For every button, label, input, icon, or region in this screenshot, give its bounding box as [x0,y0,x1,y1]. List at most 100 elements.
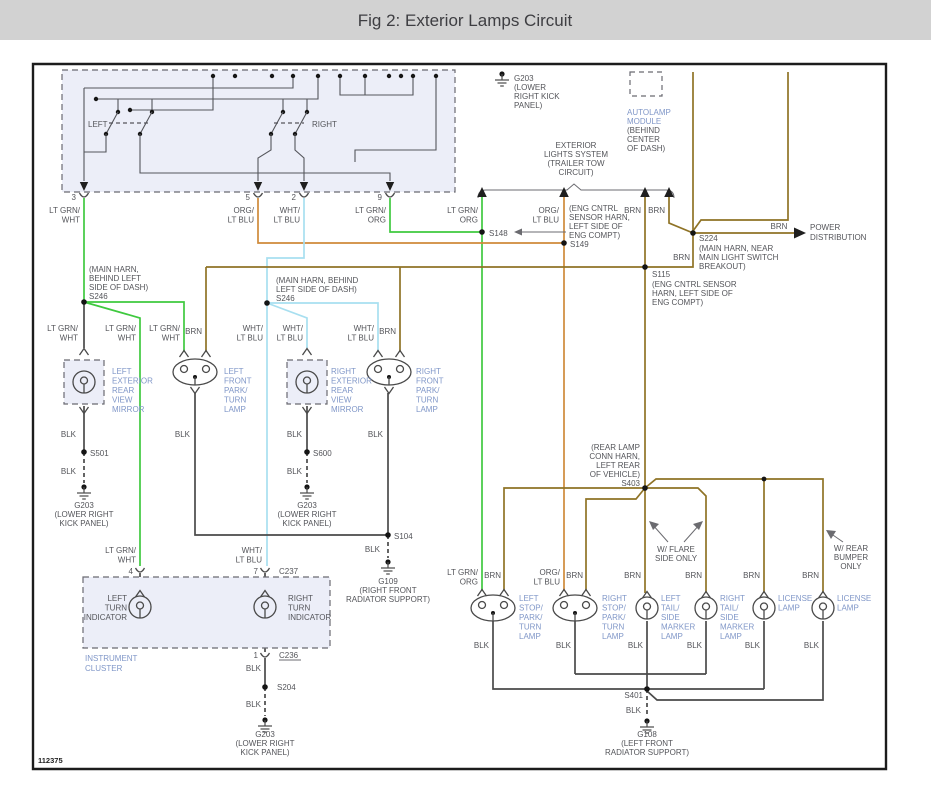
wire-label: BLK [804,641,820,650]
wire-label: BRN [379,327,396,336]
pin-number: 7 [254,567,259,576]
splice-location-s246-left: (MAIN HARN, BEHIND LEFT SIDE OF DASH) [89,265,148,292]
wire-label: BLK [246,664,262,673]
splice-location-s115: (ENG CNTRL SENSOR HARN, LEFT SIDE OF ENG C… [652,280,737,307]
wire-label: WHT/LT BLU [236,546,263,565]
splice-label-s104: S104 [394,532,413,541]
ground-symbol-g203-right [299,483,315,500]
wire-label: BRN [624,571,641,580]
page-title: Fig 2: Exterior Lamps Circuit [358,11,573,30]
left-exterior-mirror [64,347,104,415]
ground-label: G203 [255,730,275,739]
wire-label: LT GRN/ORG [355,206,387,225]
splice-label-s501: S501 [90,449,109,458]
wire-label: BLK [287,467,303,476]
connector-label-c236: C236 [279,651,299,660]
connector-pin-3 [78,192,90,198]
wire-label: LT GRN/ORG [447,568,479,587]
wire-label: WHT/LT BLU [348,324,375,343]
wire-label: BRN [566,571,583,580]
figure-number: 112375 [38,756,63,765]
wire-label: ORG/LT BLU [534,568,561,587]
connector-pin-5 [252,192,264,198]
wire-label: LT GRN/WHT [105,546,137,565]
left-front-park-turn-lamp [172,349,218,395]
wire-label: BRN [685,571,702,580]
wire-label: LT GRN/WHT [149,324,181,343]
wire-brn-top-2 [693,72,788,231]
pin-number: 4 [129,567,134,576]
pin-number: 1 [254,651,259,660]
component-label-right-stop-lamp: RIGHT STOP/PARK/TURN LAMP [602,594,627,641]
wire-label: BRN [673,253,690,262]
up-arrow-brn-1 [640,187,650,197]
left-tail-side-marker-lamp [635,590,659,620]
wire-label: BLK [175,430,191,439]
license-lamp-2 [811,590,835,620]
ground-symbol-g203-left [76,483,92,500]
blk-wires [84,302,823,717]
up-arrow-lt-grn-org [477,187,487,197]
wire-label: BRN [185,327,202,336]
ground-location: (LEFT FRONT RADIATOR SUPPORT) [605,739,689,757]
wiring-diagram-page: Fig 2: Exterior Lamps Circuit 112375 LEF… [0,0,931,790]
right-tail-side-marker-lamp [694,590,718,620]
component-label-left-tail-lamp: LEFT TAIL/SIDE MARKER LAMP [661,594,695,641]
connector-pin-2 [298,192,310,198]
pin-number: 2 [292,193,297,202]
component-label-left-front-lamp: LEFT FRONT PARK/TURN LAMP [224,367,252,414]
pin-number: 9 [378,193,383,202]
wire-label: WHT/LT BLU [237,324,264,343]
c237-pin4-connector [134,567,146,573]
splice-label-s246-left: S246 [89,292,108,301]
flare-arrow-right [693,521,703,530]
wire-label: ORG/LT BLU [533,206,560,225]
wire-label: LT GRN/WHT [47,324,79,343]
connector-pin-9 [384,192,396,198]
ground-label: G108 [637,730,657,739]
wire-label: BRN [484,571,501,580]
splice-label-s224: S224 [699,234,718,243]
exterior-lights-system-label: EXTERIOR LIGHTS SYSTEM (TRAILER TOW CIRCUIT… [544,141,608,177]
wire-label: LT GRN/WHT [105,324,137,343]
pin-number: 3 [72,193,77,202]
splice-location-s246-right: (MAIN HARN, BEHIND LEFT SIDE OF DASH) [276,276,358,294]
wire-label: BLK [474,641,490,650]
right-exterior-mirror [287,347,327,415]
up-arrow-org-lt-blu [559,187,569,197]
ground-location: (LOWER RIGHT KICK PANEL) [514,83,560,110]
w-rear-bumper-only-note: W/ REAR BUMPER ONLY [834,544,868,571]
connector-label-c237: C237 [279,567,299,576]
wire-label: BLK [626,706,642,715]
ground-label: G203 [297,501,317,510]
right-front-park-turn-lamp [366,349,412,395]
component-label-right-tail-lamp: RIGHT TAIL/SIDE MARKER LAMP [720,594,754,641]
wire-label: BLK [287,430,303,439]
power-distribution-arrow [794,227,806,239]
flare-arrow-left [649,521,659,530]
wire-label: BLK [365,545,381,554]
splice-location-s403: (REAR LAMP CONN HARN, LEFT REAR OF VEHICLE) [589,443,640,479]
splice-label-s204: S204 [277,683,296,692]
wire-brn-trailer-tow-4 [669,196,693,233]
splice-label-s148: S148 [489,229,508,238]
component-label-left-stop-lamp: LEFT STOP/PARK/TURN LAMP [519,594,544,641]
autolamp-module-box [630,72,662,96]
pin-number: 5 [246,193,251,202]
splice-label-s403: S403 [621,479,640,488]
ground-symbol-g203-top [494,70,510,87]
right-stop-park-turn-lamp [552,588,598,622]
power-distribution-label: POWER DISTRIBUTION [810,223,867,242]
wire-label: BRN [771,222,788,231]
exterior-lamps-circuit-diagram: Fig 2: Exterior Lamps Circuit 112375 LEF… [0,0,931,790]
component-label-right-mirror: RIGHT EXTERIOR REAR VIEW MIRROR [331,367,372,414]
wire-label: BRN [802,571,819,580]
rear-bumper-arrow [826,530,836,539]
component-label-right-front-lamp: RIGHT FRONT PARK/TURN LAMP [416,367,444,414]
component-label-license-lamp-2: LICENSE LAMP [837,594,871,613]
wire-label: BRN [743,571,760,580]
ground-location: (LOWER RIGHT KICK PANEL) [54,510,113,528]
ground-location: (LOWER RIGHT KICK PANEL) [235,739,294,757]
s148-pointer-arrow [514,228,522,236]
component-location-autolamp: (BEHIND CENTER OF DASH) [627,126,666,153]
